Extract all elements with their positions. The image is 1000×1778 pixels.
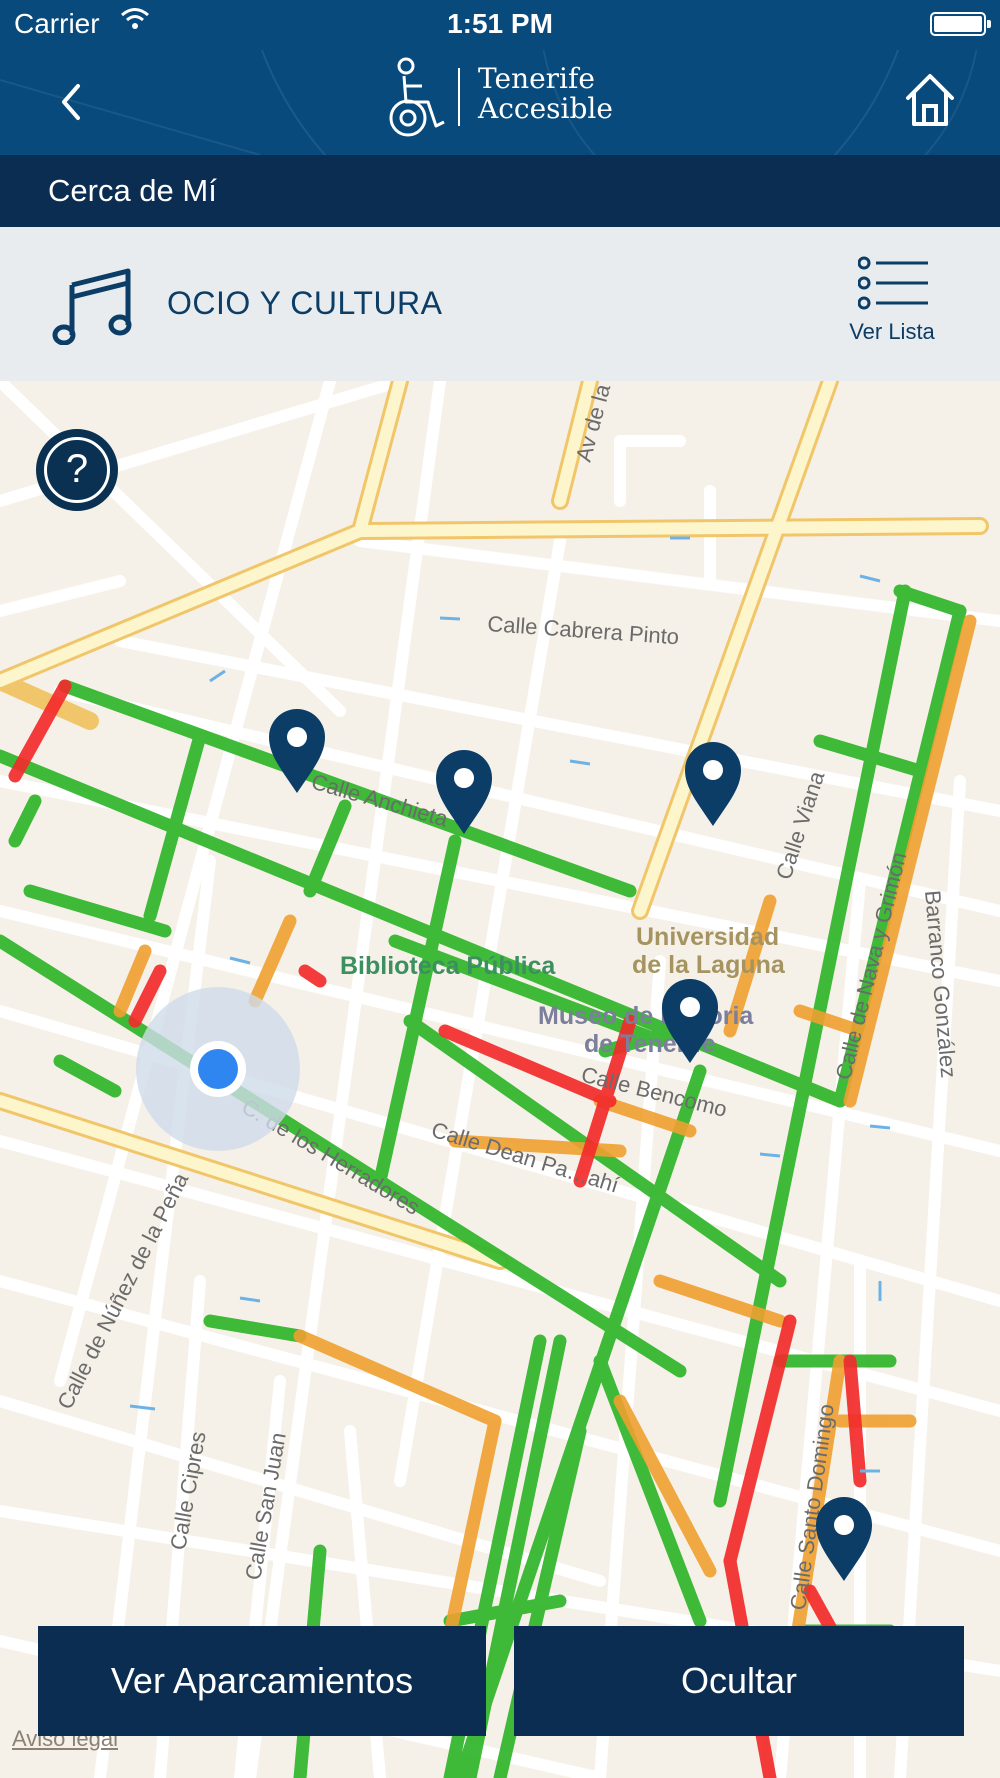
home-icon[interactable] xyxy=(902,70,958,130)
back-chevron-icon[interactable] xyxy=(48,74,100,130)
map-view[interactable]: Av de la Calle Cabrera Pinto Calle Anchi… xyxy=(0,381,1000,1778)
map-canvas: Av de la Calle Cabrera Pinto Calle Anchi… xyxy=(0,381,1000,1778)
app-logo-text: Tenerife Accesible xyxy=(478,64,613,124)
map-label-cabrera: Calle Cabrera Pinto xyxy=(487,611,680,649)
map-label-biblioteca: Biblioteca Pública xyxy=(340,952,556,980)
logo-line-2: Accesible xyxy=(478,92,613,125)
map-label-museo-1: Museo de Historia xyxy=(538,1002,754,1030)
place-pin xyxy=(685,742,741,826)
nav-bar: Tenerife Accesible xyxy=(0,50,1000,155)
map-label-universidad-1: Universidad xyxy=(636,923,779,951)
status-bar: Carrier 1:51 PM xyxy=(0,0,1000,50)
help-button[interactable]: ? xyxy=(36,429,118,511)
category-label: OCIO Y CULTURA xyxy=(167,285,443,321)
logo-line-1: Tenerife xyxy=(478,62,595,95)
category-bar: OCIO Y CULTURA Ver Lista xyxy=(0,227,1000,381)
ocultar-button[interactable]: Ocultar xyxy=(514,1626,964,1736)
wheelchair-logo-icon xyxy=(389,57,445,137)
battery-icon xyxy=(930,12,991,36)
ver-lista-label: Ver Lista xyxy=(849,319,935,344)
logo-divider xyxy=(458,68,460,126)
map-label-universidad-2: de la Laguna xyxy=(632,951,786,979)
section-bar: Cerca de Mí xyxy=(0,155,1000,227)
ver-lista-button[interactable]: Ver Lista xyxy=(836,255,948,355)
ver-aparcamientos-button[interactable]: Ver Aparcamientos xyxy=(38,1626,486,1736)
map-label-nunez: Calle de Núñez de la Peña xyxy=(52,1168,193,1413)
section-title: Cerca de Mí xyxy=(48,173,217,208)
clock: 1:51 PM xyxy=(447,8,553,39)
help-question-icon: ? xyxy=(44,437,110,503)
list-icon xyxy=(858,256,928,310)
music-note-icon xyxy=(52,268,132,345)
